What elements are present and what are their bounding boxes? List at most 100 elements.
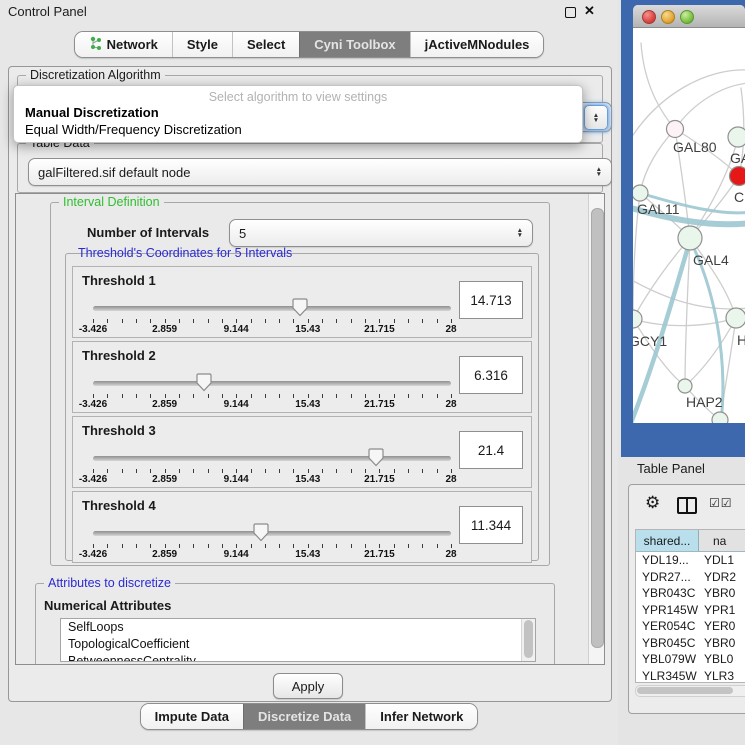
combo-arrow-button[interactable]: ▲▼ (584, 105, 608, 130)
table-row[interactable]: YPR145WYPR1 (636, 602, 745, 619)
tab-jactivemnodules[interactable]: jActiveMNodules (410, 32, 544, 57)
close-icon[interactable]: ✕ (584, 3, 595, 19)
tab-select[interactable]: Select (232, 32, 299, 57)
tick-mark (265, 319, 266, 323)
tick-mark (208, 319, 209, 323)
column-layout-icon[interactable] (677, 497, 697, 514)
spinner-arrows-icon[interactable]: ▲▼ (517, 228, 523, 238)
dropdown-placeholder-item[interactable]: Select algorithm to view settings (14, 90, 582, 104)
network-node[interactable] (730, 167, 745, 186)
tick-label: 2.859 (152, 399, 177, 410)
tick-mark (193, 394, 194, 398)
tick-mark (122, 319, 123, 323)
threshold-slider[interactable]: -3.4262.8599.14415.4321.71528 (93, 520, 451, 560)
minimize-traffic-light-icon[interactable] (661, 10, 675, 24)
tick-mark (422, 469, 423, 473)
threshold-slider[interactable]: -3.4262.8599.14415.4321.71528 (93, 445, 451, 485)
zoom-traffic-light-icon[interactable] (680, 10, 694, 24)
network-node[interactable] (728, 127, 745, 147)
dropdown-option[interactable]: Manual Discretization (14, 104, 582, 121)
node-attribute-table[interactable]: shared...na YDL19...YDL1YDR27...YDR2YBR0… (635, 529, 745, 683)
gear-icon[interactable]: ⚙ (645, 493, 660, 513)
network-canvas[interactable]: GAL80GACGAL11GAL4GCY1HHAP2 (633, 28, 745, 423)
tick-mark (251, 319, 252, 323)
threshold-slider[interactable]: -3.4262.8599.14415.4321.71528 (93, 295, 451, 335)
table-row[interactable]: YDL19...YDL1 (636, 552, 745, 569)
network-node[interactable] (678, 379, 692, 393)
table-row[interactable]: YBR043CYBR0 (636, 585, 745, 602)
network-node[interactable] (712, 412, 728, 423)
network-node[interactable] (678, 226, 702, 250)
tick-mark (222, 544, 223, 548)
network-node[interactable] (633, 310, 642, 328)
tick-mark (437, 394, 438, 398)
tab-infer-network[interactable]: Infer Network (365, 704, 477, 729)
table-data-combobox[interactable]: galFiltered.sif default node ▲▼ (28, 158, 612, 186)
settings-panel-scrollbar[interactable] (588, 194, 604, 664)
dropdown-option[interactable]: Equal Width/Frequency Discretization (14, 121, 582, 138)
tick-label: 21.715 (364, 399, 395, 410)
table-cell: YER054C (636, 619, 700, 633)
tick-label: 28 (445, 549, 456, 560)
tab-discretize-data[interactable]: Discretize Data (243, 704, 365, 729)
numerical-attributes-list[interactable]: SelfLoopsTopologicalCoefficientBetweenne… (60, 618, 536, 662)
tick-mark (93, 394, 94, 398)
attributes-list-scrollbar[interactable] (521, 619, 535, 661)
column-header[interactable]: shared... (636, 530, 699, 551)
threshold-value-field[interactable]: 14.713 (459, 281, 523, 319)
network-node[interactable] (633, 185, 648, 201)
float-window-icon[interactable] (565, 7, 576, 18)
interval-definition-group: Interval Definition Number of Intervals … (50, 202, 550, 566)
close-traffic-light-icon[interactable] (642, 10, 656, 24)
tick-label: -3.426 (79, 474, 107, 485)
table-row[interactable]: YBR045CYBR0 (636, 635, 745, 652)
mac-window-titlebar[interactable] (633, 5, 745, 28)
network-node[interactable] (667, 121, 684, 138)
threshold-value-field[interactable]: 11.344 (459, 506, 523, 544)
tick-label: 15.43 (295, 549, 320, 560)
tab-impute-data[interactable]: Impute Data (141, 704, 243, 729)
table-row[interactable]: YBL079WYBL0 (636, 651, 745, 668)
tick-mark (179, 394, 180, 398)
table-row[interactable]: YLR345WYLR3 (636, 668, 745, 684)
table-horizontal-scrollbar[interactable] (635, 685, 745, 697)
number-of-intervals-combobox[interactable]: 5 ▲▼ (229, 219, 533, 247)
tick-mark (408, 544, 409, 548)
list-item[interactable]: SelfLoops (61, 619, 535, 636)
list-item[interactable]: TopologicalCoefficient (61, 636, 535, 653)
threshold-value-field[interactable]: 21.4 (459, 431, 523, 469)
tab-label: Cyni Toolbox (314, 37, 395, 52)
network-node-label: C (734, 189, 744, 205)
slider-track (93, 456, 451, 461)
tick-mark (279, 469, 280, 473)
tick-mark (193, 469, 194, 473)
tick-label: 28 (445, 324, 456, 335)
algorithm-group-title: Discretization Algorithm (26, 68, 165, 82)
tick-mark (351, 469, 352, 473)
tick-mark (322, 319, 323, 323)
list-item[interactable]: BetweennessCentrality (61, 653, 535, 662)
table-row[interactable]: YER054CYER0 (636, 618, 745, 635)
tick-mark (394, 469, 395, 473)
threshold-slider[interactable]: -3.4262.8599.14415.4321.71528 (93, 370, 451, 410)
tab-style[interactable]: Style (172, 32, 232, 57)
column-header[interactable]: na (699, 530, 745, 551)
tick-mark (293, 319, 294, 323)
spinner-arrows-icon[interactable]: ▲▼ (596, 167, 602, 177)
tick-mark (451, 394, 452, 398)
threshold-panel: Threshold 2-3.4262.8599.14415.4321.71528… (72, 341, 532, 413)
table-row[interactable]: YDR27...YDR2 (636, 569, 745, 586)
checkboxes-icon[interactable]: ☑☑ (709, 496, 733, 510)
tick-mark (336, 544, 337, 548)
network-node[interactable] (726, 308, 745, 328)
tick-mark (379, 544, 380, 548)
apply-button[interactable]: Apply (273, 673, 343, 699)
tab-cyni-toolbox[interactable]: Cyni Toolbox (299, 32, 409, 57)
number-of-intervals-label: Number of Intervals (87, 225, 209, 240)
tab-network[interactable]: Network (75, 32, 172, 57)
table-cell: YBL079W (636, 652, 700, 666)
tick-label: 28 (445, 474, 456, 485)
tick-mark (422, 544, 423, 548)
slider-track (93, 306, 451, 311)
threshold-value-field[interactable]: 6.316 (459, 356, 523, 394)
